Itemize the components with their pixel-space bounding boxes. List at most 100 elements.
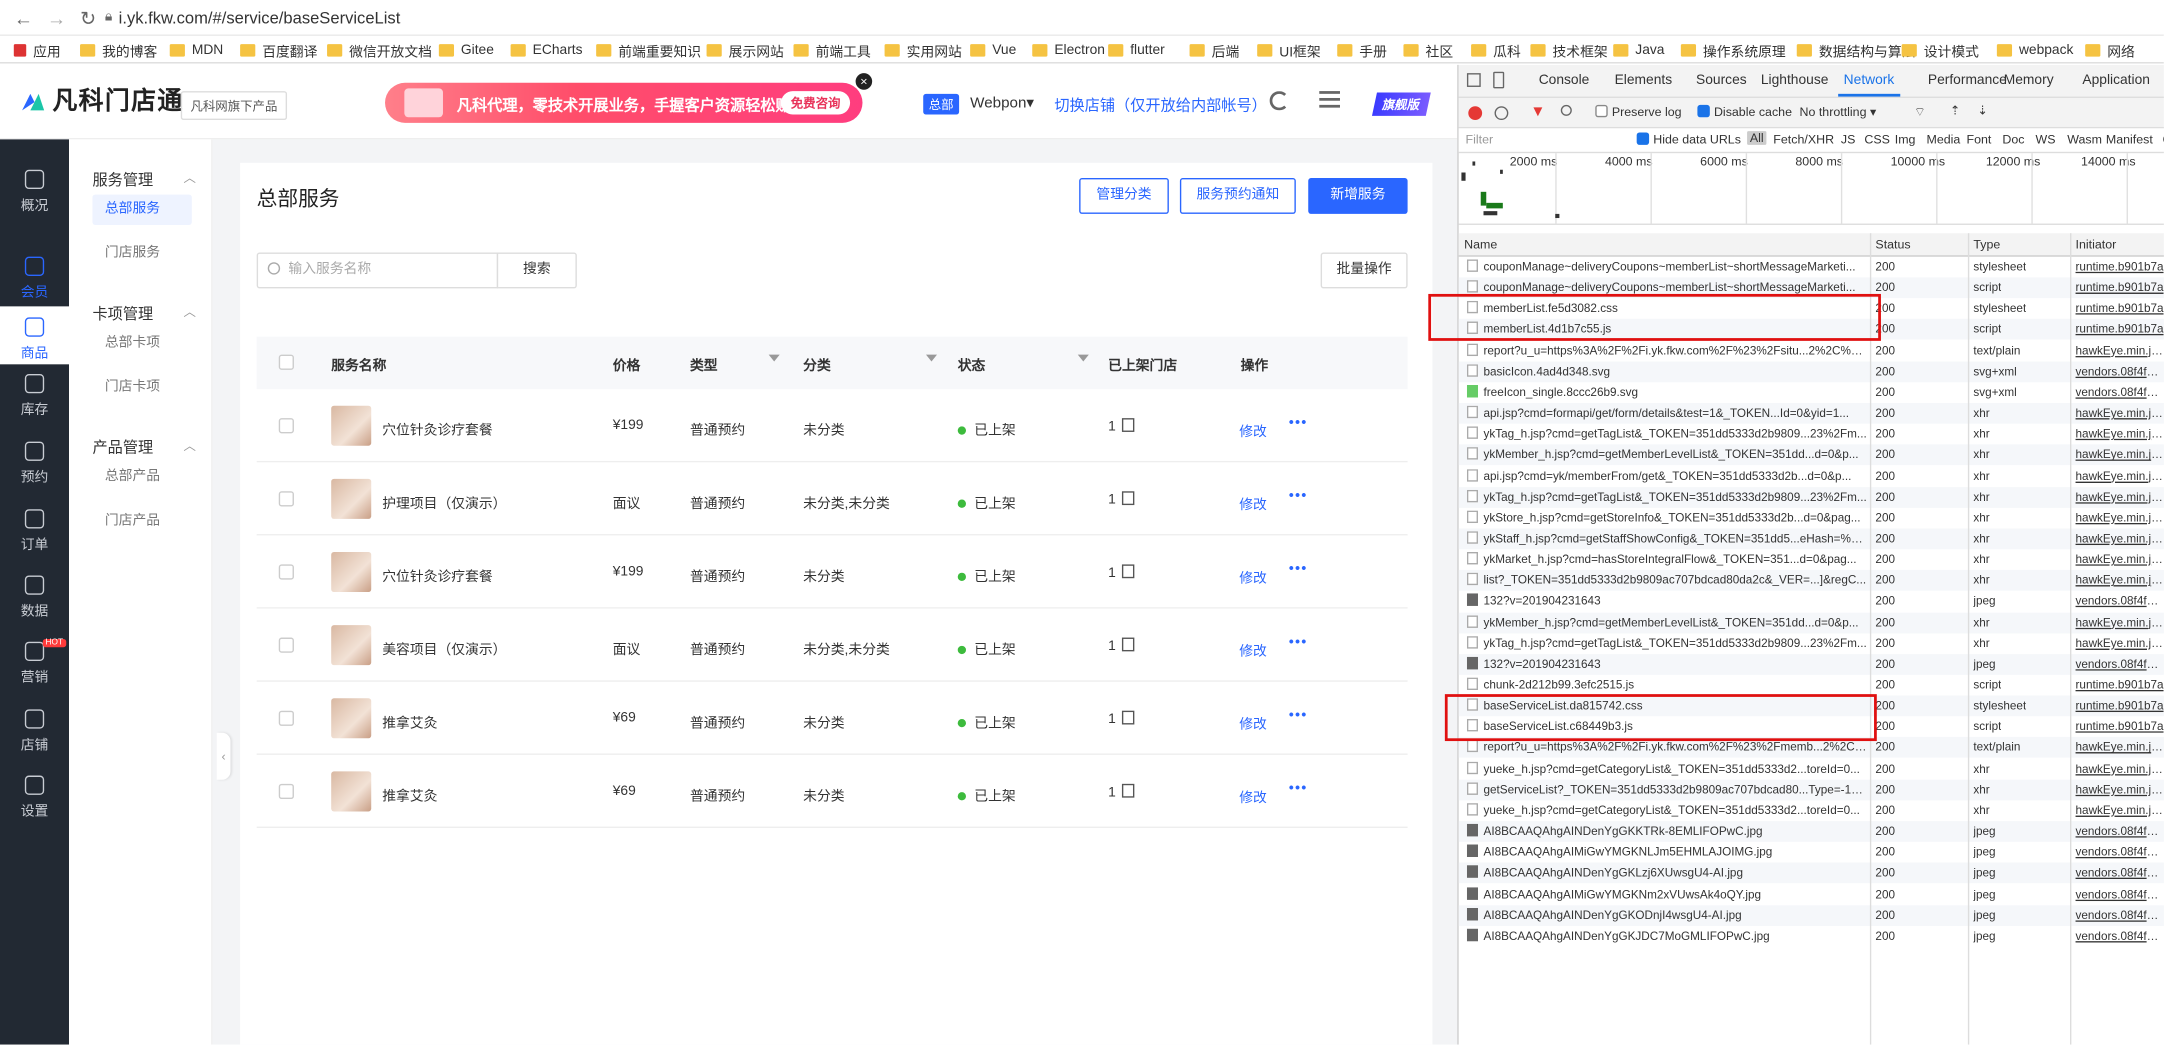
request-initiator[interactable]: hawkEye.min.js?v bbox=[2076, 615, 2164, 629]
request-initiator[interactable]: runtime.b901b7a bbox=[2076, 678, 2164, 692]
bookmark-item[interactable]: 社区 bbox=[1403, 36, 1453, 62]
nav-item-9[interactable]: 设置 bbox=[0, 775, 69, 820]
edit-link[interactable]: 修改 bbox=[1239, 639, 1267, 659]
type-filter[interactable]: Font bbox=[1967, 132, 1992, 146]
wifi-icon[interactable]: ⌔ bbox=[1914, 105, 1926, 120]
network-request-row[interactable]: api.jsp?cmd=yk/memberFrom/get&_TOKEN=351… bbox=[1459, 466, 2164, 487]
store-count[interactable]: 1 bbox=[1108, 491, 1134, 508]
nav-item-6[interactable]: 数据 bbox=[0, 575, 69, 620]
col-initiator[interactable]: Initiator bbox=[2076, 237, 2117, 251]
store-count[interactable]: 1 bbox=[1108, 637, 1134, 654]
store-search-icon[interactable] bbox=[1121, 637, 1134, 652]
network-request-row[interactable]: 132?v=201904231643 200 jpeg vendors.08f4fe8… bbox=[1458, 653, 2164, 675]
network-request-row[interactable]: ykStore_h.jsp?cmd=getStoreInfo&_TOKEN=35… bbox=[1459, 508, 2164, 529]
reload-icon[interactable]: ↻ bbox=[80, 7, 96, 30]
nav-item-7[interactable]: 营销 bbox=[0, 641, 69, 686]
row-checkbox[interactable] bbox=[278, 564, 294, 580]
nav-item-0[interactable]: 概况 bbox=[0, 169, 69, 214]
devtools-tab[interactable]: Application bbox=[2082, 73, 2150, 88]
request-initiator[interactable]: hawkEye.min.js?v bbox=[2076, 469, 2164, 483]
type-filter[interactable]: Wasm bbox=[2067, 132, 2102, 146]
network-request-row[interactable]: ykMember_h.jsp?cmd=getMemberLevelList&_T… bbox=[1458, 444, 2164, 466]
url-text[interactable]: i.yk.fkw.com/#/service/baseServiceList bbox=[119, 8, 401, 27]
type-filter[interactable]: All bbox=[1747, 131, 1767, 145]
column-divider[interactable] bbox=[1967, 233, 1970, 1045]
store-count[interactable]: 1 bbox=[1108, 710, 1134, 727]
subnav-item[interactable]: 总部产品 bbox=[92, 462, 191, 492]
bookmark-item[interactable]: 应用 bbox=[13, 36, 61, 62]
devtools-tab[interactable]: Memory bbox=[2004, 73, 2054, 88]
request-initiator[interactable]: vendors.08f4fe85 bbox=[2076, 824, 2164, 838]
app-logo[interactable]: 凡科门店通 bbox=[19, 81, 183, 117]
request-initiator[interactable]: hawkEye.min.js?v bbox=[2076, 573, 2164, 587]
manage-category-button[interactable]: 管理分类 bbox=[1079, 178, 1169, 214]
row-checkbox[interactable] bbox=[278, 637, 294, 653]
subnav-item[interactable]: 总部服务 bbox=[92, 194, 192, 225]
nav-item-5[interactable]: 订单 bbox=[0, 509, 69, 553]
store-search-icon[interactable] bbox=[1121, 418, 1134, 432]
network-request-row[interactable]: couponManage~deliveryCoupons~memberList~… bbox=[1459, 257, 2164, 278]
row-checkbox[interactable] bbox=[278, 491, 294, 507]
device-icon[interactable] bbox=[1493, 71, 1505, 89]
col-status[interactable]: Status bbox=[1875, 237, 1910, 251]
request-initiator[interactable]: runtime.b901b7a bbox=[2076, 322, 2164, 336]
bookmark-item[interactable]: 前端重要知识 bbox=[596, 36, 701, 62]
network-request-row[interactable]: AI8BCAAQAhgAINDenYgGKLzj6XUwsgU4-AI.jpg 2… bbox=[1458, 862, 2164, 884]
type-filter[interactable]: WS bbox=[2036, 132, 2056, 146]
switch-store-link[interactable]: 切换店铺（仅开放给内部帐号） bbox=[1054, 94, 1267, 116]
column-divider[interactable] bbox=[2070, 233, 2072, 1045]
col-name[interactable]: Name bbox=[1464, 237, 1497, 251]
subnav-group-title[interactable]: 卡项管理 ︿ bbox=[92, 302, 196, 324]
request-initiator[interactable]: hawkEye.min.js?v bbox=[2076, 510, 2164, 524]
bookmark-item[interactable]: 实用网站 bbox=[884, 36, 962, 62]
add-service-button[interactable]: 新增服务 bbox=[1308, 178, 1408, 214]
network-request-row[interactable]: ykTag_h.jsp?cmd=getTagList&_TOKEN=351dd5… bbox=[1459, 633, 2164, 654]
request-initiator[interactable]: hawkEye.min.js?v bbox=[2076, 803, 2164, 817]
bookmark-item[interactable]: MDN bbox=[169, 36, 223, 62]
subnav-group-title[interactable]: 服务管理 ︿ bbox=[92, 168, 196, 190]
bookmark-item[interactable]: webpack bbox=[1996, 36, 2073, 62]
request-initiator[interactable]: vendors.08f4fe85 bbox=[2076, 594, 2164, 608]
network-request-row[interactable]: ykTag_h.jsp?cmd=getTagList&_TOKEN=351dd5… bbox=[1459, 424, 2164, 445]
filter-icon[interactable]: ▼ bbox=[1530, 104, 1545, 121]
bookmark-item[interactable]: 网络 bbox=[2085, 36, 2135, 62]
request-initiator[interactable]: hawkEye.min.js?v bbox=[2076, 531, 2164, 545]
record-icon[interactable] bbox=[1468, 106, 1483, 121]
collapse-sidebar-icon[interactable]: ‹ bbox=[216, 732, 231, 780]
request-initiator[interactable]: hawkEye.min.js?v bbox=[2076, 343, 2164, 357]
bookmark-item[interactable]: 技术框架 bbox=[1530, 36, 1608, 62]
devtools-tab[interactable]: Console bbox=[1539, 73, 1590, 88]
devtools-tab[interactable]: Elements bbox=[1615, 73, 1673, 88]
subnav-item[interactable]: 总部卡项 bbox=[92, 328, 191, 358]
forward-icon[interactable]: → bbox=[47, 7, 66, 29]
throttling-select[interactable]: No throttling ▾ bbox=[1800, 105, 1877, 120]
bookmark-item[interactable]: flutter bbox=[1108, 36, 1165, 62]
network-request-row[interactable]: 132?v=201904231643 200 jpeg vendors.08f4fe8… bbox=[1459, 591, 2164, 612]
request-initiator[interactable]: vendors.08f4fe85 bbox=[2076, 908, 2164, 922]
bookmark-item[interactable]: 数据结构与算法 bbox=[1796, 36, 1915, 62]
inspect-icon[interactable] bbox=[1466, 73, 1481, 87]
bookmark-item[interactable]: 展示网站 bbox=[706, 36, 784, 62]
back-icon[interactable]: ← bbox=[14, 7, 33, 29]
network-request-row[interactable]: getServiceList?_TOKEN=351dd5333d2b9809ac… bbox=[1458, 779, 2164, 801]
refresh-icon[interactable] bbox=[1269, 91, 1289, 111]
more-actions-icon[interactable]: ••• bbox=[1289, 635, 1308, 650]
nav-item-1[interactable]: 会员 bbox=[0, 256, 69, 301]
request-initiator[interactable]: runtime.b901b7a bbox=[2076, 301, 2164, 315]
row-checkbox[interactable] bbox=[278, 783, 294, 800]
import-icon[interactable]: ⇡ bbox=[1950, 104, 1960, 119]
subnav-item[interactable]: 门店卡项 bbox=[92, 373, 191, 403]
request-initiator[interactable]: vendors.08f4fe85 bbox=[2076, 887, 2164, 901]
type-filter[interactable]: Fetch/XHR bbox=[1773, 132, 1834, 146]
store-search-icon[interactable] bbox=[1121, 491, 1134, 506]
nav-item-8[interactable]: 店铺 bbox=[0, 709, 69, 753]
more-actions-icon[interactable]: ••• bbox=[1289, 415, 1308, 430]
network-request-row[interactable]: list?_TOKEN=351dd5333d2b9809ac707bdcad80… bbox=[1458, 570, 2164, 591]
type-filter[interactable]: JS bbox=[1841, 132, 1856, 146]
bookmark-item[interactable]: Vue bbox=[970, 36, 1016, 62]
subnav-group-title[interactable]: 产品管理 ︿ bbox=[92, 436, 196, 458]
batch-action-button[interactable]: 批量操作 bbox=[1320, 252, 1408, 289]
request-initiator[interactable]: runtime.b901b7a bbox=[2076, 280, 2164, 294]
edit-link[interactable]: 修改 bbox=[1239, 712, 1267, 733]
column-divider[interactable] bbox=[1869, 233, 1872, 1045]
